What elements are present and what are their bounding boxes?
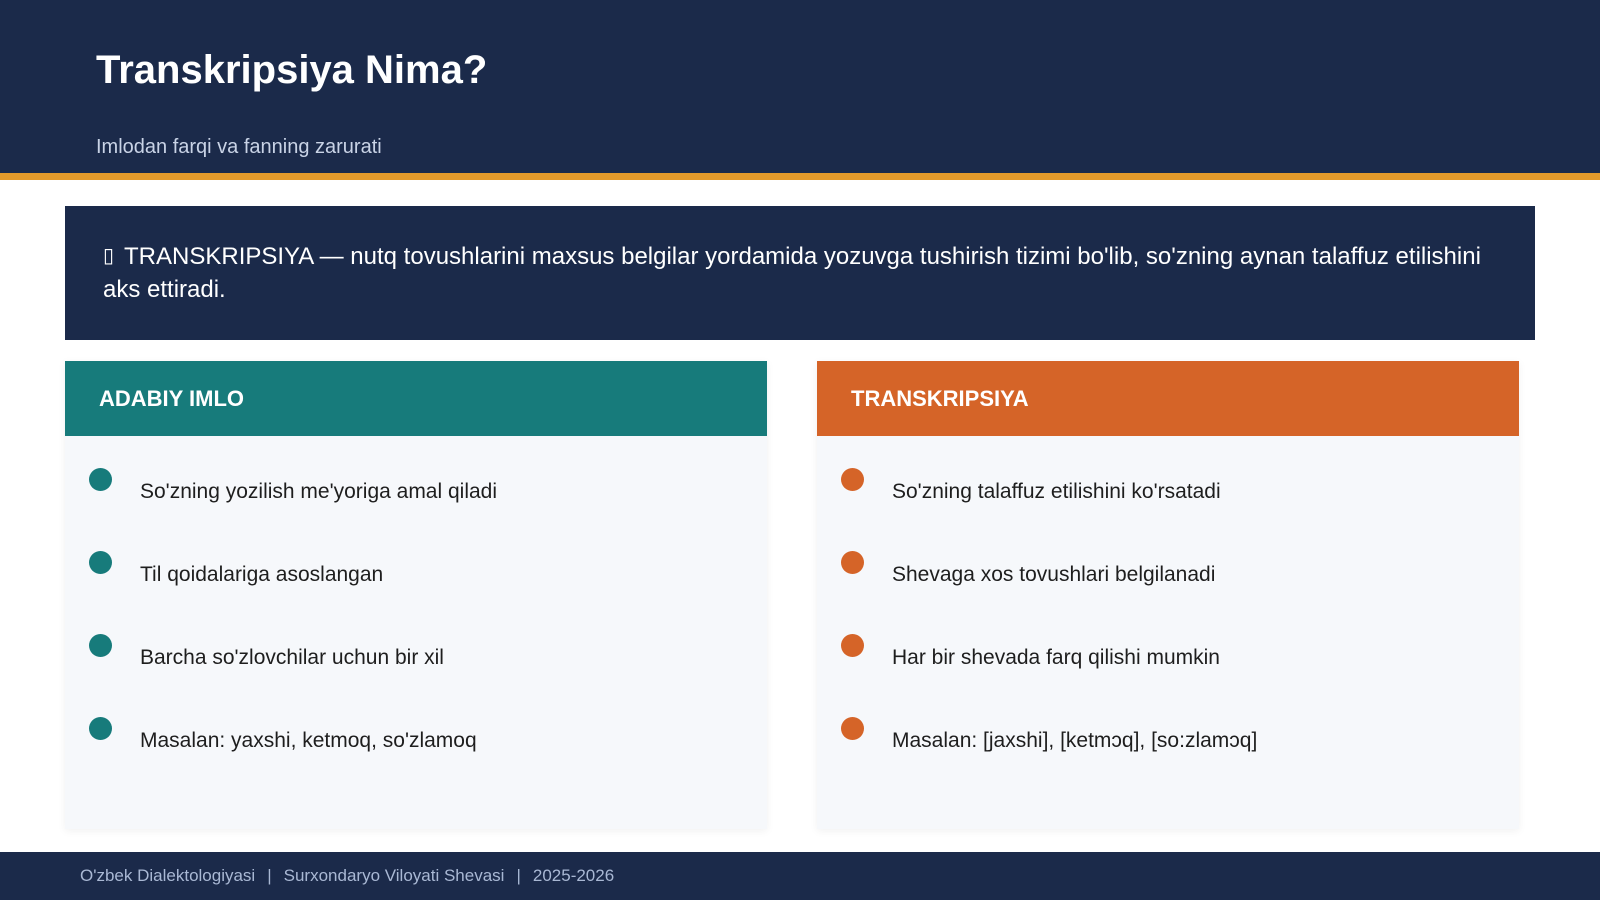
list-item-text: So'zning talaffuz etilishini ko'rsatadi [892, 480, 1221, 503]
literary-spelling-card-title: ADABIY IMLO [99, 385, 245, 411]
literary-spelling-list: So'zning yozilish me'yoriga amal qiladi … [65, 436, 767, 796]
slide-title: Transkripsiya Nima? [96, 48, 488, 92]
literary-spelling-card-header: ADABIY IMLO [65, 361, 767, 436]
bullet-dot-icon [841, 468, 864, 491]
list-item: Masalan: [jaxshi], [ketmɔq], [so:zlamɔq] [817, 713, 1519, 796]
bullet-dot-icon [841, 634, 864, 657]
bullet-dot-icon [841, 717, 864, 740]
definition-text: TRANSKRIPSIYA — nutq tovushlarini maxsus… [103, 243, 1481, 303]
list-item: Barcha so'zlovchilar uchun bir xil [65, 630, 767, 713]
slide-subtitle: Imlodan farqi va fanning zarurati [96, 136, 382, 158]
transcription-list: So'zning talaffuz etilishini ko'rsatadi … [817, 436, 1519, 796]
placeholder-glyph-icon: ▯ [103, 245, 115, 267]
bullet-dot-icon [89, 551, 112, 574]
list-item: So'zning talaffuz etilishini ko'rsatadi [817, 464, 1519, 547]
list-item-text: Masalan: yaxshi, ketmoq, so'zlamoq [140, 729, 477, 752]
list-item: Masalan: yaxshi, ketmoq, so'zlamoq [65, 713, 767, 796]
list-item: Shevaga xos tovushlari belgilanadi [817, 547, 1519, 630]
footer-topic: Surxondaryo Viloyati Shevasi [283, 866, 505, 885]
bullet-dot-icon [841, 551, 864, 574]
footer-course: O'zbek Dialektologiyasi [80, 866, 256, 885]
definition-box: ▯ TRANSKRIPSIYA — nutq tovushlarini maxsu… [65, 206, 1535, 340]
footer-separator: | [516, 866, 521, 885]
list-item: Har bir shevada farq qilishi mumkin [817, 630, 1519, 713]
list-item-text: So'zning yozilish me'yoriga amal qiladi [140, 480, 498, 503]
list-item-text: Til qoidalariga asoslangan [140, 563, 384, 586]
footer-separator: | [267, 866, 272, 885]
list-item: Til qoidalariga asoslangan [65, 547, 767, 630]
transcription-card-header: TRANSKRIPSIYA [817, 361, 1519, 436]
slide-footer: O'zbek Dialektologiyasi | Surxondaryo Vi… [0, 852, 1600, 900]
list-item-text: Barcha so'zlovchilar uchun bir xil [140, 646, 444, 669]
slide-header: Transkripsiya Nima? Imlodan farqi va fan… [0, 0, 1600, 180]
bullet-dot-icon [89, 717, 112, 740]
transcription-card: TRANSKRIPSIYA So'zning talaffuz etilishi… [817, 361, 1519, 829]
list-item-text: Har bir shevada farq qilishi mumkin [892, 646, 1220, 669]
footer-year: 2025-2026 [532, 866, 615, 885]
list-item-text: Shevaga xos tovushlari belgilanadi [892, 563, 1216, 586]
bullet-dot-icon [89, 468, 112, 491]
list-item: So'zning yozilish me'yoriga amal qiladi [65, 464, 767, 547]
bullet-dot-icon [89, 634, 112, 657]
literary-spelling-card: ADABIY IMLO So'zning yozilish me'yoriga … [65, 361, 767, 829]
list-item-text: Masalan: [jaxshi], [ketmɔq], [so:zlamɔq] [892, 729, 1258, 752]
transcription-card-title: TRANSKRIPSIYA [851, 385, 1029, 411]
